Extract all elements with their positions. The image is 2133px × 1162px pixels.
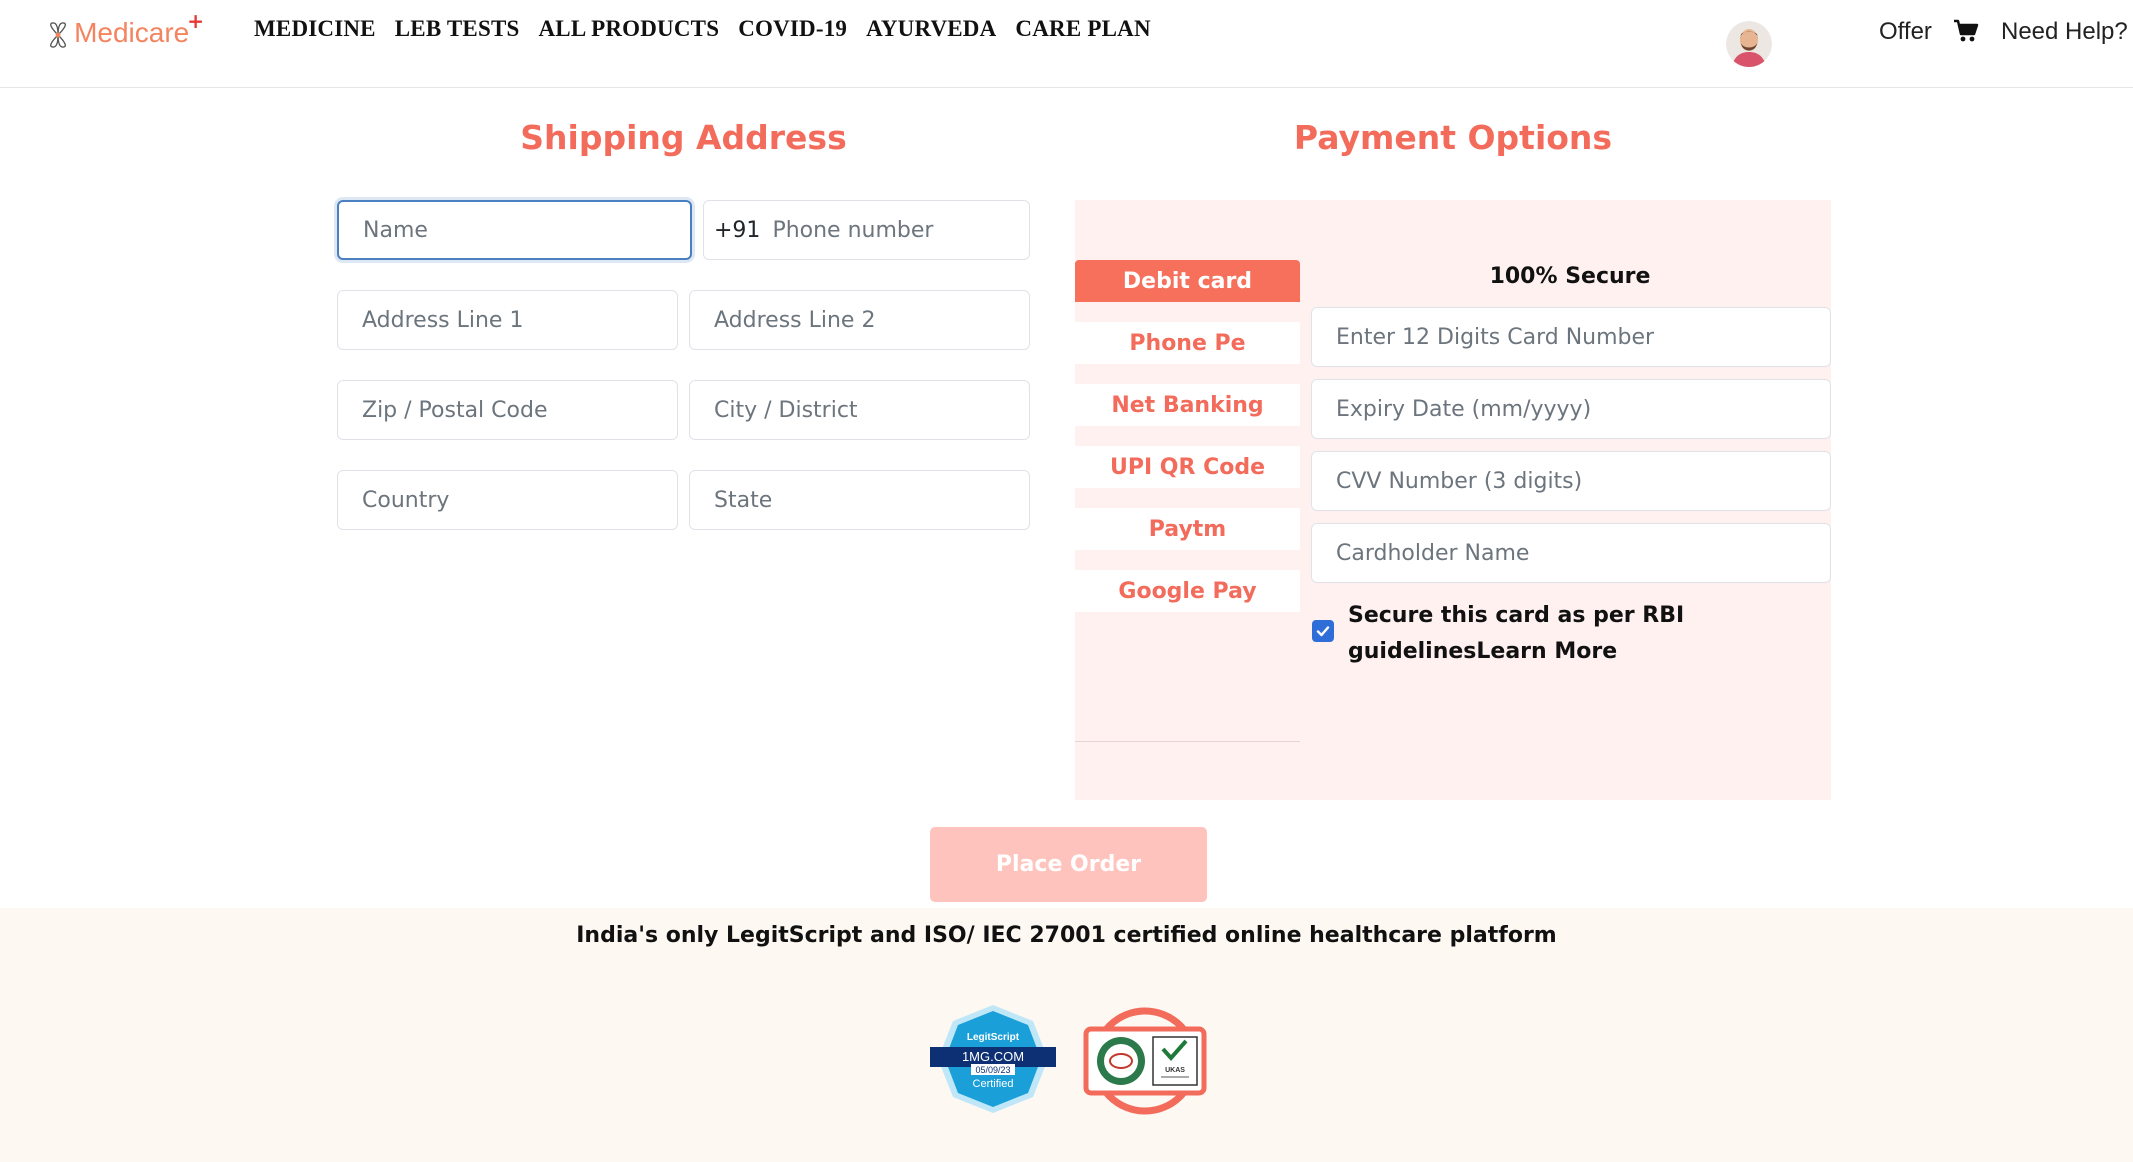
cart-button[interactable] [1953,18,1979,44]
country-input[interactable] [337,470,678,530]
address-line-1-input[interactable] [337,290,678,350]
brand-name: Medicare [74,17,190,48]
legitscript-top: LegitScript [967,1032,1020,1043]
nav-covid-19[interactable]: COVID-19 [738,16,847,42]
save-card-label: Secure this card as per RBI guidelinesLe… [1348,603,1685,664]
iso-badge-tag: UKAS [1165,1067,1185,1074]
phone-field[interactable]: +91 [703,200,1030,260]
cart-icon [1954,19,1979,42]
zip-input[interactable] [337,380,678,440]
place-order-button[interactable]: Place Order [930,827,1207,902]
nav-ayurveda[interactable]: AYURVEDA [866,16,996,42]
tab-upi-qr-code[interactable]: UPI QR Code [1075,446,1300,488]
brand-logo[interactable]: Medicare + [46,9,206,60]
nav-all-products[interactable]: ALL PRODUCTS [539,16,720,42]
offer-link[interactable]: Offer [1879,18,1932,46]
phone-country-code: +91 [714,217,761,243]
secure-label: 100% Secure [1489,264,1651,289]
legitscript-date: 05/09/23 [975,1065,1010,1075]
state-input[interactable] [689,470,1030,530]
tab-phonepe[interactable]: Phone Pe [1075,322,1300,364]
medicare-logo-icon [50,22,66,48]
cvv-input[interactable] [1311,451,1831,511]
card-number-input[interactable] [1311,307,1831,367]
need-help-link[interactable]: Need Help? [2001,18,2128,46]
nav-lab-tests[interactable]: LEB TESTS [395,16,520,42]
city-input[interactable] [689,380,1030,440]
tab-google-pay[interactable]: Google Pay [1075,570,1300,612]
legitscript-domain: 1MG.COM [962,1049,1024,1064]
cardholder-name-input[interactable] [1311,523,1831,583]
expiry-date-input[interactable] [1311,379,1831,439]
user-avatar[interactable] [1726,21,1772,67]
main-nav: MEDICINE LEB TESTS ALL PRODUCTS COVID-19… [254,16,1170,42]
legitscript-status: Certified [973,1078,1014,1090]
payment-title: Payment Options [1293,118,1613,157]
nav-medicine[interactable]: MEDICINE [254,16,376,42]
tab-net-banking[interactable]: Net Banking [1075,384,1300,426]
address-line-2-input[interactable] [689,290,1030,350]
name-input[interactable] [337,200,692,260]
shipping-title: Shipping Address [520,118,847,157]
phone-input[interactable] [770,216,995,244]
tab-paytm[interactable]: Paytm [1075,508,1300,550]
iso-certification-badge: UKAS [1083,1006,1208,1116]
avatar-icon [1726,21,1772,67]
save-card-checkbox[interactable] [1312,620,1334,642]
certification-text: India's only LegitScript and ISO/ IEC 27… [576,923,1557,948]
checkmark-icon [1316,626,1330,637]
tab-debit-card[interactable]: Debit card [1075,260,1300,302]
brand-plus: + [187,9,204,33]
tabs-divider [1075,741,1300,742]
site-header [0,0,2133,88]
nav-care-plan[interactable]: CARE PLAN [1015,16,1150,42]
legitscript-badge: LegitScript 1MG.COM 05/09/23 Certified [928,1003,1058,1115]
